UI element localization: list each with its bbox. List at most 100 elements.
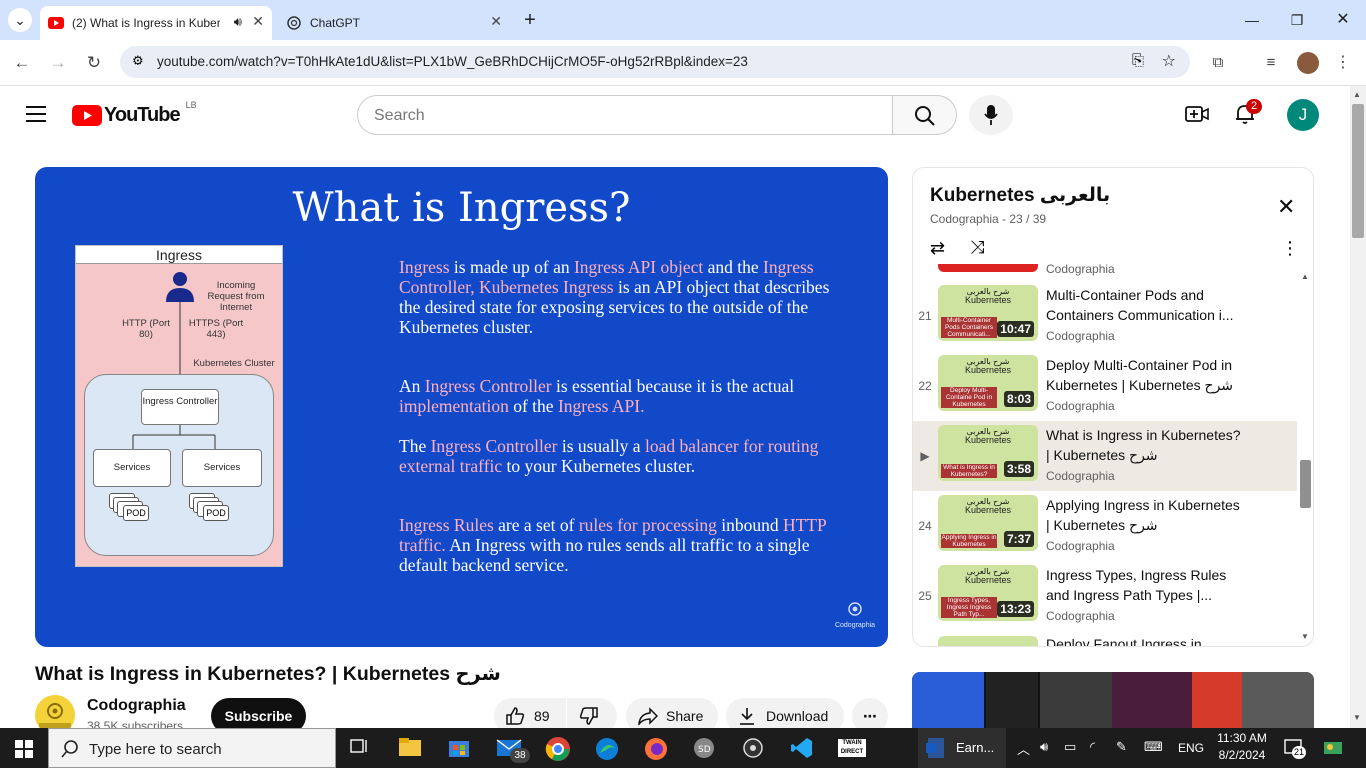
file-explorer-icon[interactable]: [398, 736, 424, 762]
playlist-scrollbar[interactable]: ▲ ▼: [1299, 272, 1313, 644]
page-scrollbar-thumb[interactable]: [1352, 104, 1364, 238]
shuffle-button[interactable]: ⤨: [970, 237, 984, 258]
show-hidden-icons-icon[interactable]: ︿: [1017, 739, 1030, 758]
input-language[interactable]: ENG: [1178, 741, 1204, 755]
hamburger-menu-icon[interactable]: [26, 106, 46, 122]
playlist-item-thumbnail[interactable]: شرح بالعربى Kubernetes Ingress Types, Ingr…: [938, 565, 1038, 621]
close-window-button[interactable]: ✕: [1331, 8, 1355, 32]
now-playing-icon: ▶: [920, 449, 930, 463]
task-view-icon[interactable]: [348, 736, 374, 762]
media-controls-icon[interactable]: ≡: [1260, 52, 1282, 74]
loop-button[interactable]: ⇄: [930, 238, 945, 259]
notifications-button[interactable]: 2: [1234, 99, 1262, 127]
taskbar-word-app[interactable]: Earn...: [918, 728, 1006, 768]
playlist-item-title[interactable]: Applying Ingress in Kubernetes | Kuberne…: [1046, 495, 1246, 535]
install-app-icon[interactable]: ⎘: [1132, 52, 1144, 69]
scroll-down-icon[interactable]: ▼: [1353, 713, 1361, 722]
profile-avatar[interactable]: [1297, 52, 1319, 74]
playlist-item-thumbnail[interactable]: شرح بالعربى Kubernetes Applying Ingress in…: [938, 495, 1038, 551]
extensions-icon[interactable]: ⧉: [1207, 52, 1229, 74]
clock-time: 11:30 AM: [1217, 731, 1267, 745]
address-bar[interactable]: ⚙ youtube.com/watch?v=T0hHkAte1dU&list=P…: [120, 46, 1190, 78]
search-input[interactable]: Search: [357, 95, 893, 135]
playlist-item-title[interactable]: What is Ingress in Kubernetes? | Kuberne…: [1046, 425, 1246, 465]
next-thumbnail-edge: [938, 636, 1038, 646]
video-player[interactable]: What is Ingress? Ingress Incoming Reques…: [35, 167, 888, 647]
tab-search-button[interactable]: ⌄: [8, 8, 32, 32]
restore-button[interactable]: ❐: [1285, 8, 1309, 32]
new-tab-button[interactable]: +: [518, 8, 542, 32]
playlist-item[interactable]: 25 شرح بالعربى Kubernetes Ingress Types, In…: [913, 561, 1297, 631]
ingress-controller-box: Ingress Controller: [141, 389, 219, 425]
tab-youtube[interactable]: (2) What is Ingress in Kuber 🔊︎ ✕: [40, 6, 272, 40]
slide-text: is essential because it is the actual: [551, 376, 795, 396]
channel-name[interactable]: Codographia: [87, 697, 186, 715]
weather-widget-icon[interactable]: [1322, 738, 1344, 758]
vscode-icon[interactable]: [790, 736, 816, 762]
firefox-icon[interactable]: [643, 736, 669, 762]
close-icon: ✕: [1336, 11, 1350, 28]
notification-center-icon[interactable]: 21: [1284, 738, 1306, 759]
playlist-menu-button[interactable]: ⋮: [1281, 238, 1299, 259]
page-scrollbar[interactable]: ▲ ▼: [1350, 86, 1366, 728]
playlist-item[interactable]: 21 شرح بالعربى Kubernetes Multi-Container P…: [913, 281, 1297, 351]
microsoft-store-icon[interactable]: [447, 736, 473, 762]
taskbar-clock[interactable]: 11:30 AM 8/2/2024: [1212, 730, 1272, 764]
playlist-item[interactable]: 24 شرح بالعربى Kubernetes Applying Ingress …: [913, 491, 1297, 561]
playlist-item-current[interactable]: ▶ شرح بالعربى Kubernetes What is Ingress in…: [913, 421, 1297, 491]
playlist-item-thumbnail[interactable]: شرح بالعربى Kubernetes Multi-Container Pod…: [938, 285, 1038, 341]
tab-chatgpt[interactable]: ChatGPT ✕: [278, 6, 510, 40]
site-info-icon[interactable]: ⚙: [132, 53, 144, 69]
playlist-item-title[interactable]: Deploy Multi-Container Pod in Kubernetes…: [1046, 355, 1246, 395]
playlist-item-title[interactable]: Multi-Container Pods and Containers Comm…: [1046, 285, 1246, 325]
app-icon[interactable]: [741, 736, 767, 762]
mail-icon[interactable]: 38: [496, 736, 530, 763]
keyboard-icon[interactable]: ⌨: [1144, 739, 1163, 755]
wifi-icon[interactable]: ◜: [1090, 739, 1095, 755]
pen-icon[interactable]: ✎: [1116, 739, 1127, 755]
account-avatar[interactable]: J: [1287, 99, 1319, 131]
url-text[interactable]: youtube.com/watch?v=T0hHkAte1dU&list=PLX…: [157, 54, 748, 69]
reload-button[interactable]: ↻: [83, 52, 105, 74]
svg-text:SD: SD: [698, 745, 711, 755]
search-button[interactable]: [893, 95, 957, 135]
playlist-scrollbar-thumb[interactable]: [1300, 460, 1311, 508]
close-tab-icon[interactable]: ✕: [490, 13, 502, 30]
forward-button[interactable]: →: [47, 52, 69, 74]
youtube-logo[interactable]: YouTube LB: [72, 100, 197, 127]
twain-direct-icon[interactable]: TWAIN DIRECT: [838, 736, 866, 762]
playlist-subtitle: Codographia - 23 / 39: [930, 212, 1047, 226]
playlist-item-thumbnail[interactable]: شرح بالعربى Kubernetes What is Ingress in …: [938, 425, 1038, 481]
playlist-title[interactable]: Kubernetes بالعربى: [930, 184, 1110, 207]
scroll-up-icon[interactable]: ▲: [1301, 272, 1309, 281]
edge-icon[interactable]: [594, 736, 620, 762]
voice-search-button[interactable]: [969, 95, 1013, 135]
playlist-item[interactable]: 22 شرح بالعربى Kubernetes Deploy Multi-Cont…: [913, 351, 1297, 421]
playlist-item-title[interactable]: Ingress Types, Ingress Rules and Ingress…: [1046, 565, 1246, 605]
taskbar-search-input[interactable]: Type here to search: [48, 728, 336, 768]
arrow-right-icon: →: [49, 53, 67, 72]
shuffle-icon: ⤨: [970, 237, 985, 257]
playlist-item-index: 21: [918, 309, 932, 323]
speaker-icon[interactable]: 🔊︎: [234, 14, 242, 30]
recommendation-preview[interactable]: [912, 672, 1314, 728]
search-icon: [61, 740, 78, 758]
scroll-up-icon[interactable]: ▲: [1353, 90, 1361, 99]
close-playlist-button[interactable]: ✕: [1277, 194, 1295, 220]
chrome-icon[interactable]: [545, 736, 571, 762]
chrome-menu-icon[interactable]: ⋮: [1332, 52, 1354, 74]
windows-start-icon[interactable]: [15, 740, 33, 758]
mail-badge: 38: [510, 748, 530, 763]
scroll-down-icon[interactable]: ▼: [1301, 632, 1309, 641]
minimize-button[interactable]: —: [1240, 8, 1264, 32]
playlist-item-title[interactable]: Deploy Fanout Ingress in: [1046, 634, 1246, 646]
video-title: What is Ingress in Kubernetes? | Kuberne…: [35, 663, 501, 685]
bookmark-star-icon[interactable]: ☆: [1162, 51, 1176, 71]
battery-icon[interactable]: ▭: [1064, 739, 1076, 755]
playlist-item-thumbnail[interactable]: شرح بالعربى Kubernetes Deploy Multi-Contai…: [938, 355, 1038, 411]
volume-icon[interactable]: 🔊︎: [1040, 739, 1048, 755]
back-button[interactable]: ←: [11, 52, 33, 74]
close-tab-icon[interactable]: ✕: [252, 13, 264, 30]
create-button[interactable]: [1185, 104, 1209, 124]
sd-app-icon[interactable]: SD: [692, 736, 718, 762]
